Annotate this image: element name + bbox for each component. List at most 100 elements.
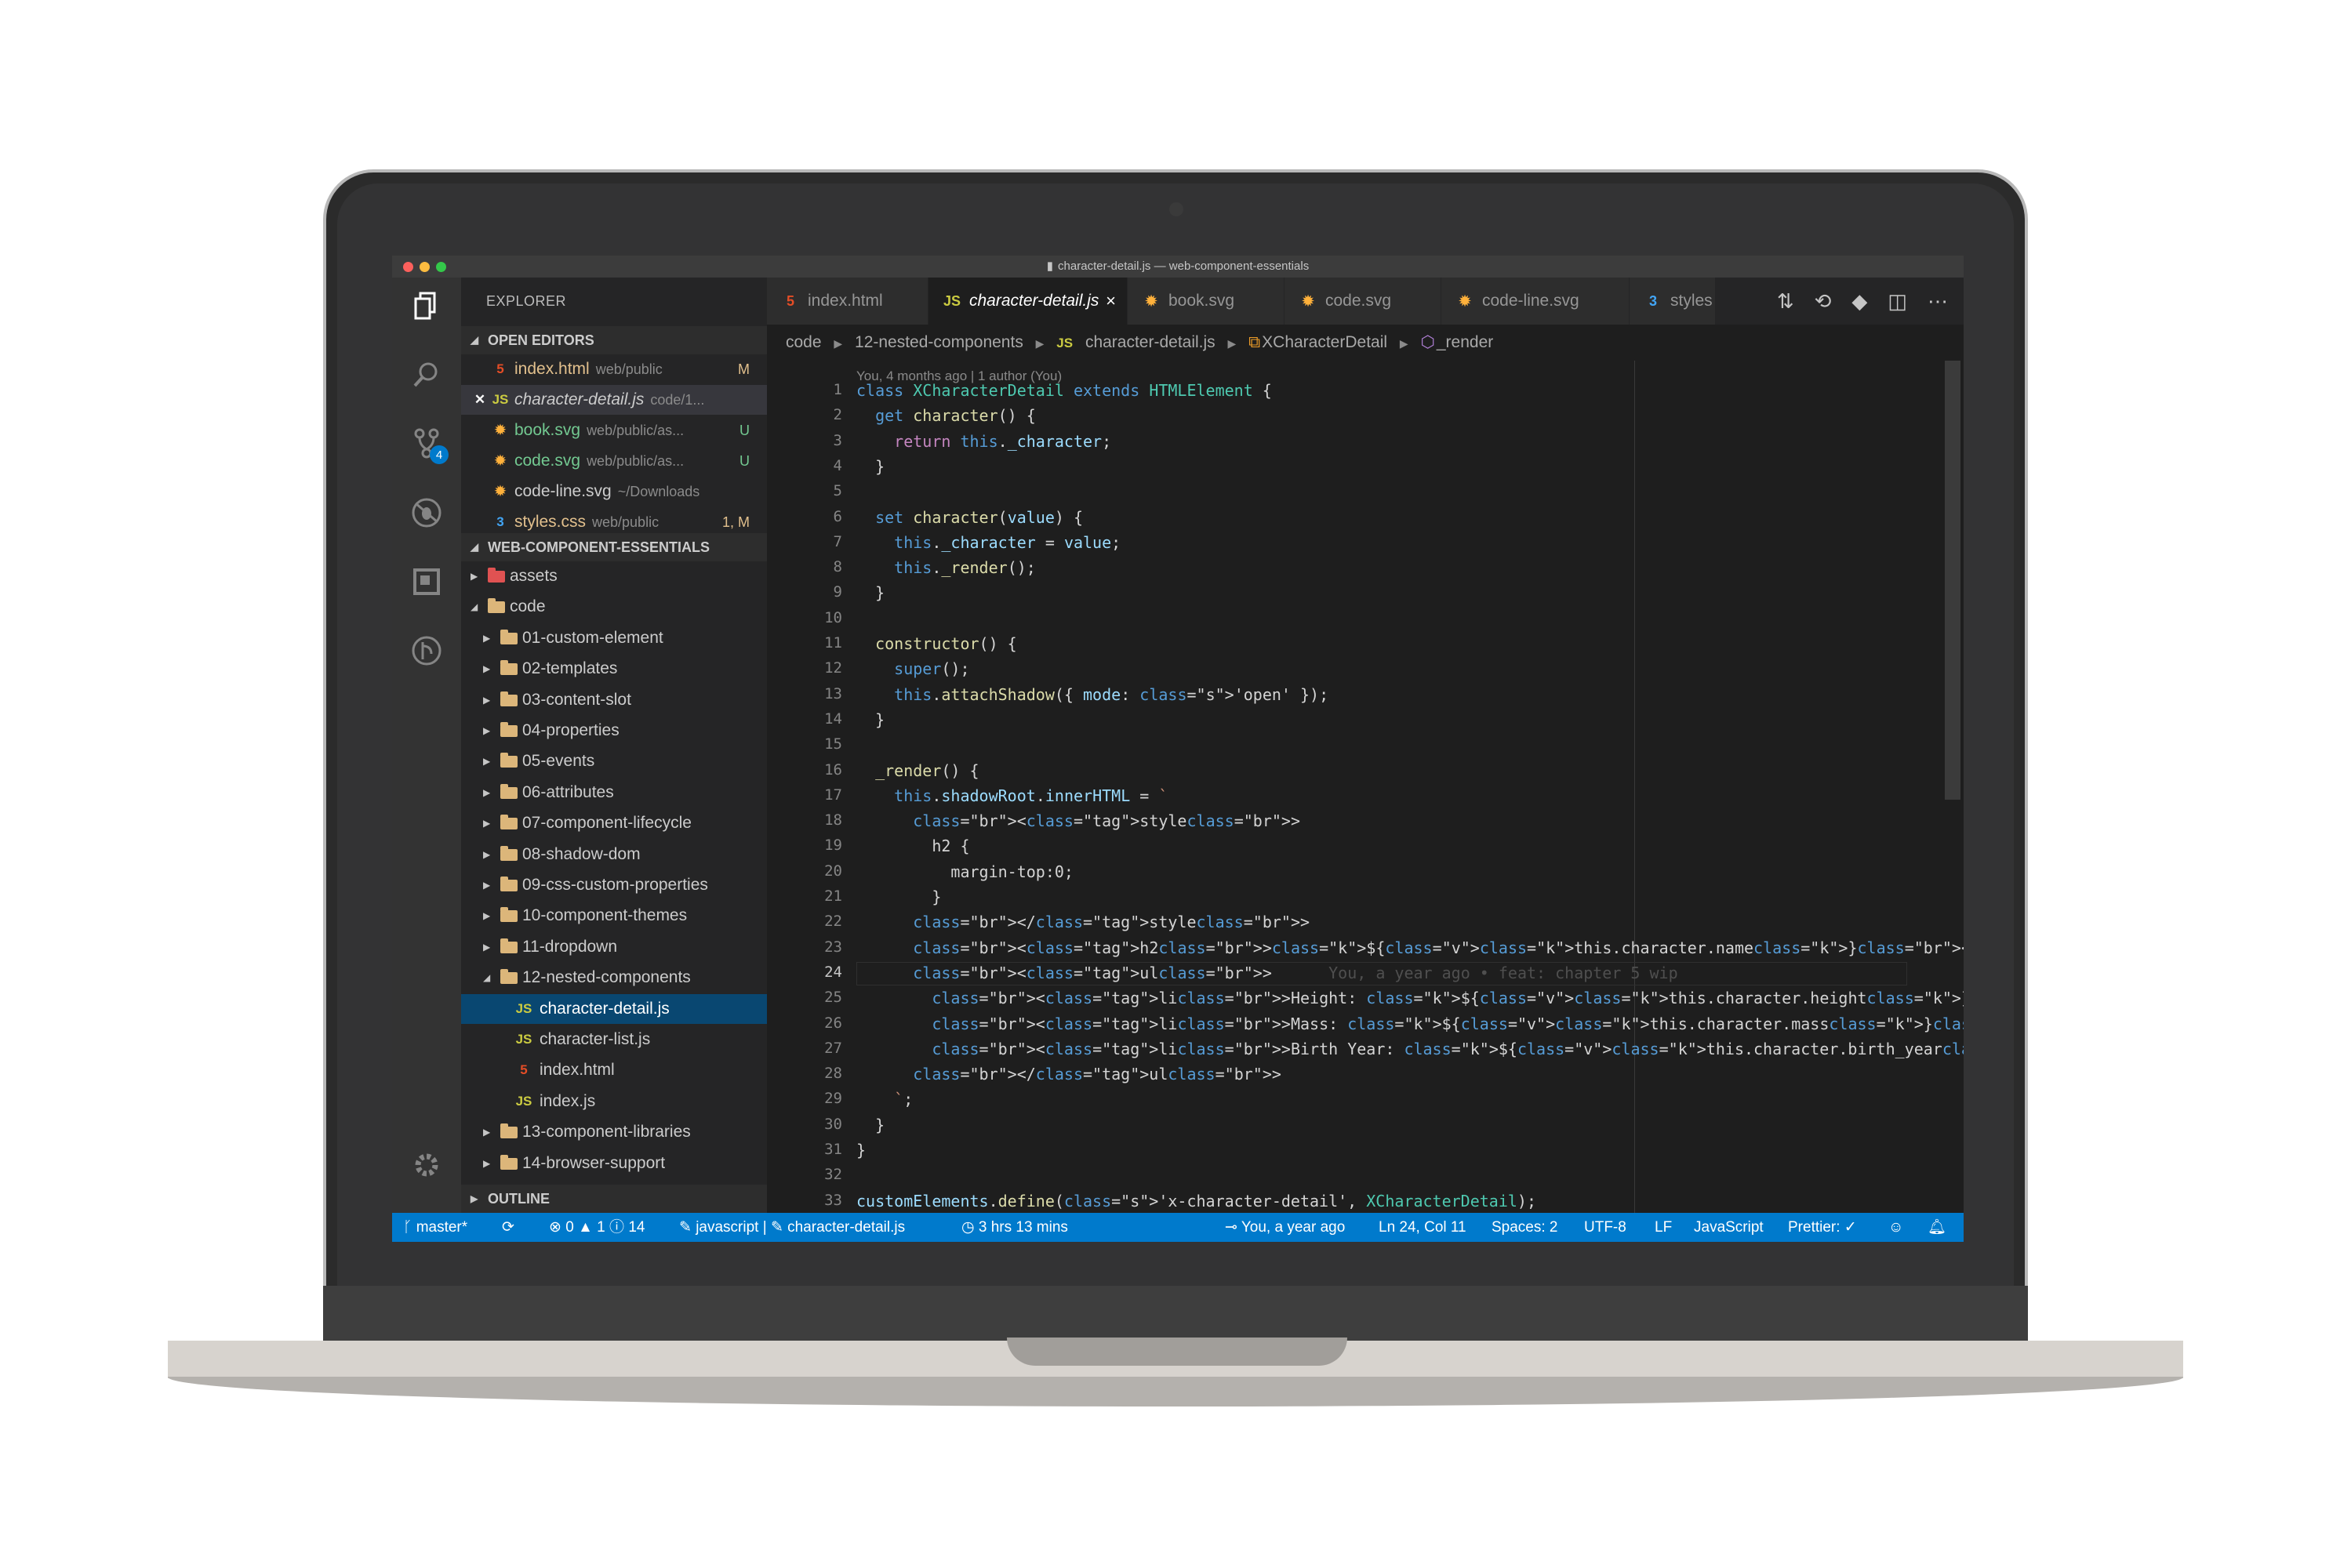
git-commit-icon[interactable]: ◆	[1851, 289, 1867, 314]
line-number: 30	[824, 1115, 842, 1133]
language-mode[interactable]: JavaScript	[1694, 1213, 1764, 1242]
html5-icon: 5	[520, 1062, 528, 1078]
more-actions-icon[interactable]: ⋯	[1928, 289, 1948, 314]
compare-changes-icon[interactable]: ⇅	[1777, 289, 1794, 314]
explorer-files-icon[interactable]	[408, 287, 445, 325]
tab-character-detail-js[interactable]: JS character-detail.js ×	[928, 278, 1128, 325]
chevron-right-icon: ▶	[483, 663, 491, 675]
settings-gear-icon[interactable]	[408, 1146, 445, 1184]
inline-blame: You, a year ago • feat: chapter 5 wip	[1271, 963, 1678, 982]
open-editor-path: web/public/as...	[587, 453, 685, 469]
branch-status[interactable]: ᚴ master*	[403, 1213, 467, 1242]
tree-item-code[interactable]: ◢ code	[461, 592, 767, 622]
tree-item-01-custom-element[interactable]: ▶ 01-custom-element	[461, 623, 767, 653]
search-icon[interactable]	[408, 356, 445, 394]
window-controls	[403, 262, 446, 272]
minimize-window-button[interactable]	[420, 262, 430, 272]
folder-icon	[500, 691, 518, 706]
source-control-icon[interactable]: 4	[408, 425, 449, 464]
tree-item-03-content-slot[interactable]: ▶ 03-content-slot	[461, 685, 767, 715]
problems-status[interactable]: ⊗ 0 ▲ 1 ⓘ 14	[549, 1213, 645, 1242]
line-number: 33	[824, 1191, 842, 1209]
debug-icon[interactable]	[408, 494, 445, 532]
prettier-status[interactable]: Prettier: ✓	[1788, 1213, 1857, 1242]
open-editor-item[interactable]: 5 index.html web/public M	[461, 354, 767, 384]
open-editor-item[interactable]: ✹ code-line.svg ~/Downloads	[461, 477, 767, 506]
tab-code-svg[interactable]: ✹ code.svg	[1285, 278, 1441, 325]
tree-item-11-dropdown[interactable]: ▶ 11-dropdown	[461, 932, 767, 962]
split-editor-icon[interactable]: ◫	[1888, 289, 1907, 314]
tree-item-index-html[interactable]: 5 index.html	[461, 1055, 767, 1085]
eol-status[interactable]: LF	[1655, 1213, 1672, 1242]
tree-item-label: 06-attributes	[522, 782, 614, 801]
svg-icon: ✹	[1459, 293, 1471, 309]
tree-item-assets[interactable]: ▶ assets	[461, 561, 767, 591]
sync-icon[interactable]: ⟳	[502, 1213, 514, 1242]
tree-item-06-attributes[interactable]: ▶ 06-attributes	[461, 778, 767, 808]
folder-icon	[500, 660, 518, 676]
chevron-right-icon: ▶	[1399, 337, 1408, 350]
code-line: }	[856, 583, 885, 603]
extensions-icon[interactable]	[408, 563, 445, 601]
zoom-window-button[interactable]	[436, 262, 446, 272]
tree-item-04-properties[interactable]: ▶ 04-properties	[461, 716, 767, 746]
close-window-button[interactable]	[403, 262, 413, 272]
close-icon[interactable]: ×	[1106, 278, 1116, 325]
indentation-status[interactable]: Spaces: 2	[1492, 1213, 1558, 1242]
css-icon: 3	[1648, 293, 1657, 309]
code-line: super();	[894, 659, 970, 679]
tree-item-09-css-custom-properties[interactable]: ▶ 09-css-custom-properties	[461, 870, 767, 900]
tree-item-10-component-themes[interactable]: ▶ 10-component-themes	[461, 901, 767, 931]
open-editor-item[interactable]: ✕ JS character-detail.js code/1...	[461, 385, 767, 415]
feedback-smiley-icon[interactable]: ☺	[1888, 1213, 1903, 1242]
open-editors-header[interactable]: ◢ OPEN EDITORS	[461, 326, 767, 354]
tree-item-character-list-js[interactable]: JS character-list.js	[461, 1025, 767, 1054]
editor-tabs: 5 index.html JS character-detail.js × ✹ book.s…	[767, 278, 1964, 325]
tree-item-07-component-lifecycle[interactable]: ▶ 07-component-lifecycle	[461, 808, 767, 838]
outline-header[interactable]: ▶ OUTLINE	[461, 1185, 767, 1213]
tab-label: index.html	[808, 292, 883, 310]
tree-item-label: 01-custom-element	[522, 628, 663, 647]
tab-book-svg[interactable]: ✹ book.svg	[1128, 278, 1285, 325]
open-editor-item[interactable]: ✹ book.svg web/public/as... U	[461, 416, 767, 445]
tab-code-line-svg[interactable]: ✹ code-line.svg	[1441, 278, 1630, 325]
tab-styles[interactable]: 3 styles	[1630, 278, 1716, 325]
code-editor[interactable]: You, 4 months ago | 1 author (You) 1 clas…	[767, 361, 1964, 1234]
tree-item-12-nested-components[interactable]: ◢ 12-nested-components	[461, 963, 767, 993]
code-line: _render() {	[875, 760, 979, 780]
cursor-position[interactable]: Ln 24, Col 11	[1379, 1213, 1466, 1242]
project-header[interactable]: ◢ WEB-COMPONENT-ESSENTIALS	[461, 533, 767, 561]
git-branch-icon: ᚴ	[403, 1219, 416, 1236]
tree-item-05-events[interactable]: ▶ 05-events	[461, 746, 767, 776]
tree-item-14-browser-support[interactable]: ▶ 14-browser-support	[461, 1149, 767, 1178]
editor-scrollbar[interactable]	[1945, 361, 1960, 800]
breadcrumb-item-folder[interactable]: 12-nested-components	[855, 333, 1023, 351]
tab-index-html[interactable]: 5 index.html	[767, 278, 928, 325]
tree-item-02-templates[interactable]: ▶ 02-templates	[461, 654, 767, 684]
close-icon[interactable]: ✕	[471, 385, 489, 415]
encoding-status[interactable]: UTF-8	[1584, 1213, 1626, 1242]
line-number: 23	[824, 938, 842, 956]
open-editor-label: character-detail.js code/1...	[514, 385, 704, 415]
git-commit-icon: ⊸	[1225, 1219, 1241, 1236]
tree-item-13-component-libraries[interactable]: ▶ 13-component-libraries	[461, 1117, 767, 1147]
notifications-bell-icon[interactable]: 🔔︎	[1928, 1213, 1946, 1242]
chevron-right-icon: ▶	[483, 725, 491, 736]
time-status[interactable]: ◷ 3 hrs 13 mins	[961, 1213, 1068, 1242]
blame-status[interactable]: ⊸ You, a year ago	[1225, 1213, 1345, 1242]
open-editor-name: code-line.svg	[514, 482, 612, 500]
gitlens-history-icon[interactable]	[408, 632, 445, 670]
wakatime-context[interactable]: ✎ javascript | ✎ character-detail.js	[679, 1213, 905, 1242]
open-changes-icon[interactable]: ⟲	[1815, 289, 1832, 314]
breadcrumb-item-file[interactable]: character-detail.js	[1085, 333, 1215, 351]
open-editor-item[interactable]: ✹ code.svg web/public/as... U	[461, 446, 767, 476]
breadcrumb-item-code[interactable]: code	[786, 333, 822, 351]
breadcrumb-item-method[interactable]: _render	[1437, 333, 1493, 351]
breadcrumb-item-class[interactable]: XCharacterDetail	[1262, 333, 1387, 351]
code-line: }	[856, 1115, 885, 1134]
window-title: character-detail.js — web-component-esse…	[1058, 260, 1310, 273]
tree-item-08-shadow-dom[interactable]: ▶ 08-shadow-dom	[461, 840, 767, 869]
tree-item-index-js[interactable]: JS index.js	[461, 1087, 767, 1116]
tree-item-label: 07-component-lifecycle	[522, 814, 692, 833]
tree-item-character-detail-js[interactable]: JS character-detail.js	[461, 993, 767, 1024]
